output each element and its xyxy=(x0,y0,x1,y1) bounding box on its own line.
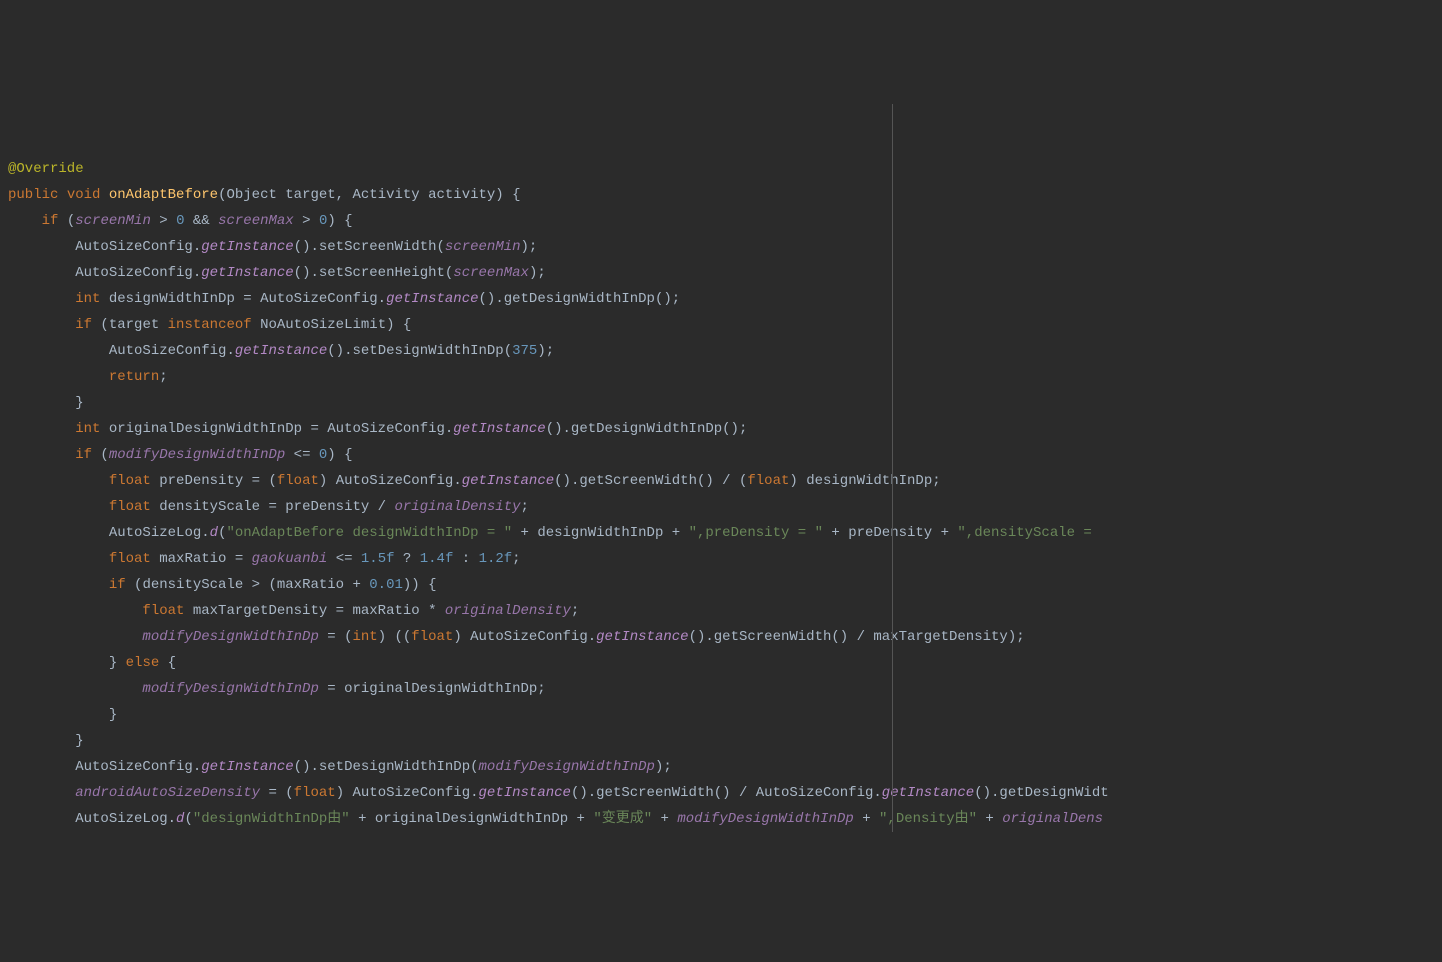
keyword-if: if xyxy=(42,213,59,229)
method-params: (Object target, Activity activity) { xyxy=(218,187,520,203)
method-name: onAdaptBefore xyxy=(109,187,218,203)
keyword-float: float xyxy=(109,473,151,489)
method-d: d xyxy=(210,525,218,541)
code-editor[interactable]: @Override public void onAdaptBefore(Obje… xyxy=(0,104,1442,832)
keyword-else: else xyxy=(126,655,160,671)
annotation: @Override xyxy=(8,161,84,177)
string-literal: "onAdaptBefore designWidthInDp = " xyxy=(226,525,512,541)
keyword-return: return xyxy=(109,369,159,385)
keyword-public: public xyxy=(8,187,58,203)
method-getinstance: getInstance xyxy=(201,239,293,255)
field-modifydesignwidthindp: modifyDesignWidthInDp xyxy=(109,447,285,463)
field-originaldensity: originalDensity xyxy=(394,499,520,515)
keyword-void: void xyxy=(67,187,101,203)
field-androidautosizedensity: androidAutoSizeDensity xyxy=(75,785,260,801)
field-gaokuanbi: gaokuanbi xyxy=(252,551,328,567)
field-screenmin: screenMin xyxy=(75,213,151,229)
keyword-int: int xyxy=(75,291,100,307)
field-screenmax: screenMax xyxy=(218,213,294,229)
keyword-instanceof: instanceof xyxy=(168,317,252,333)
